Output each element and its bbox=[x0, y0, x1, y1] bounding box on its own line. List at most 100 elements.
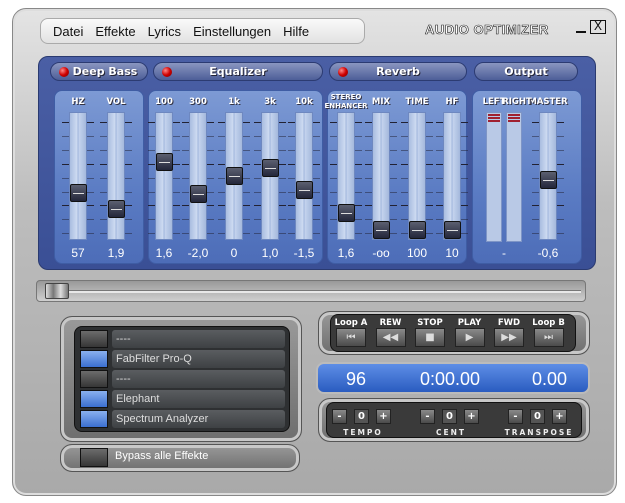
play-button[interactable]: ▶ bbox=[454, 328, 485, 347]
loop-b-button[interactable]: ⏭ bbox=[533, 328, 564, 347]
effect-toggle[interactable] bbox=[80, 390, 108, 408]
3k-slider-knob[interactable] bbox=[261, 159, 279, 178]
stop-button[interactable]: ■ bbox=[415, 328, 445, 347]
stereo-enhancer-slider-knob[interactable] bbox=[337, 203, 355, 222]
100-slider-knob[interactable] bbox=[155, 153, 173, 172]
tab-label: Output bbox=[504, 65, 548, 78]
stop-label: STOP bbox=[417, 318, 443, 328]
vol-label: VOL bbox=[106, 97, 126, 107]
mix-slider-knob[interactable] bbox=[372, 220, 390, 239]
cent-label: CENT bbox=[435, 428, 467, 437]
transpose-plus-button[interactable]: + bbox=[552, 409, 567, 424]
menu-einstellungen[interactable]: Einstellungen bbox=[193, 24, 271, 39]
rew-label: REW bbox=[379, 318, 402, 328]
led-icon bbox=[59, 67, 69, 77]
10k-value: -1,5 bbox=[293, 246, 315, 260]
vol-slider-knob[interactable] bbox=[107, 200, 125, 219]
transpose-minus-button[interactable]: - bbox=[508, 409, 523, 424]
effect-slot: Spectrum Analyzer bbox=[80, 410, 285, 428]
effect-name[interactable]: ---- bbox=[112, 370, 285, 388]
tempo-plus-button[interactable]: + bbox=[376, 409, 391, 424]
led-icon bbox=[338, 67, 348, 77]
menu-datei[interactable]: Datei bbox=[53, 24, 83, 39]
led-icon bbox=[162, 67, 172, 77]
vol-value: 1,9 bbox=[107, 246, 125, 260]
cent-value: 0 bbox=[442, 409, 457, 424]
bypass-label: Bypass alle Effekte bbox=[115, 450, 209, 462]
effect-slot: ---- bbox=[80, 330, 285, 348]
menu-bar: Datei Effekte Lyrics Einstellungen Hilfe bbox=[40, 18, 365, 44]
10k-slider-knob[interactable] bbox=[295, 180, 313, 199]
transpose-label: TRANSPOSE bbox=[504, 428, 574, 437]
position-slider[interactable] bbox=[36, 280, 586, 302]
time-readout: 0:00.00 bbox=[420, 369, 481, 389]
loop-a-icon: ⏮ bbox=[346, 332, 356, 343]
loop-a-label: Loop A bbox=[334, 318, 368, 328]
master-value: -0,6 bbox=[537, 246, 559, 260]
play-label: PLAY bbox=[457, 318, 482, 328]
vol-slider[interactable] bbox=[107, 112, 125, 240]
bpm-readout: 96 bbox=[346, 369, 367, 389]
tempo-label: TEMPO bbox=[343, 428, 383, 437]
stop-icon: ■ bbox=[425, 332, 435, 343]
tab-deep-bass[interactable]: Deep Bass bbox=[50, 62, 148, 81]
loop-a-button[interactable]: ⏮ bbox=[336, 328, 366, 347]
hf-value: 10 bbox=[445, 246, 459, 260]
menu-effekte[interactable]: Effekte bbox=[95, 24, 135, 39]
tempo-minus-button[interactable]: - bbox=[332, 409, 347, 424]
cent-plus-button[interactable]: + bbox=[464, 409, 479, 424]
right-meter-label: RIGHT bbox=[502, 97, 532, 107]
effect-slot: FabFilter Pro-Q bbox=[80, 350, 285, 368]
bypass-toggle[interactable] bbox=[80, 448, 108, 467]
status-display: 96 0:00.00 0.00 bbox=[316, 362, 590, 394]
300-slider[interactable] bbox=[189, 112, 207, 240]
left-level-meter bbox=[486, 112, 502, 242]
fwd-icon: ▶▶ bbox=[501, 332, 517, 343]
effect-toggle[interactable] bbox=[80, 370, 108, 388]
tab-reverb[interactable]: Reverb bbox=[329, 62, 467, 81]
hf-label: HF bbox=[445, 97, 459, 107]
effect-toggle[interactable] bbox=[80, 330, 108, 348]
menu-hilfe[interactable]: Hilfe bbox=[283, 24, 309, 39]
tab-output[interactable]: Output bbox=[474, 62, 578, 81]
loop-b-label: Loop B bbox=[532, 318, 565, 328]
master-slider-knob[interactable] bbox=[539, 170, 557, 189]
close-button[interactable]: X bbox=[590, 20, 606, 34]
time-slider-knob[interactable] bbox=[408, 220, 426, 239]
pitch-readout: 0.00 bbox=[532, 369, 568, 389]
effect-name[interactable]: FabFilter Pro-Q bbox=[112, 350, 285, 368]
transpose-value: 0 bbox=[530, 409, 545, 424]
fwd-button[interactable]: ▶▶ bbox=[494, 328, 524, 347]
effect-slot: ---- bbox=[80, 370, 285, 388]
fwd-label: FWD bbox=[497, 318, 521, 328]
10k-label: 10k bbox=[295, 97, 313, 107]
rew-button[interactable]: ◀◀ bbox=[375, 328, 406, 347]
hf-slider-knob[interactable] bbox=[443, 220, 461, 239]
tab-label: Reverb bbox=[376, 65, 420, 78]
effect-name[interactable]: ---- bbox=[112, 330, 285, 348]
rew-icon: ◀◀ bbox=[382, 332, 399, 343]
meter-value: - bbox=[502, 246, 506, 260]
tab-label: Deep Bass bbox=[72, 65, 138, 78]
10k-slider[interactable] bbox=[295, 112, 313, 240]
app-logo: AUDIO OPTIMIZER bbox=[425, 22, 549, 38]
hz-slider-knob[interactable] bbox=[69, 184, 87, 203]
1k-slider-knob[interactable] bbox=[225, 167, 243, 186]
300-slider-knob[interactable] bbox=[189, 185, 207, 204]
100-slider[interactable] bbox=[155, 112, 173, 240]
effect-name[interactable]: Spectrum Analyzer bbox=[112, 410, 285, 428]
effect-toggle[interactable] bbox=[80, 410, 108, 428]
position-slider-handle[interactable] bbox=[45, 283, 69, 299]
effect-name[interactable]: Elephant bbox=[112, 390, 285, 408]
menu-lyrics[interactable]: Lyrics bbox=[148, 24, 181, 39]
tempo-value: 0 bbox=[354, 409, 369, 424]
effect-slot: Elephant bbox=[80, 390, 285, 408]
cent-minus-button[interactable]: - bbox=[420, 409, 435, 424]
hz-slider[interactable] bbox=[69, 112, 87, 240]
minimize-button[interactable] bbox=[576, 23, 586, 33]
tab-equalizer[interactable]: Equalizer bbox=[153, 62, 323, 81]
loop-b-icon: ⏭ bbox=[544, 332, 553, 343]
effect-toggle[interactable] bbox=[80, 350, 108, 368]
play-icon: ▶ bbox=[465, 332, 474, 343]
tab-label: Equalizer bbox=[209, 65, 267, 78]
